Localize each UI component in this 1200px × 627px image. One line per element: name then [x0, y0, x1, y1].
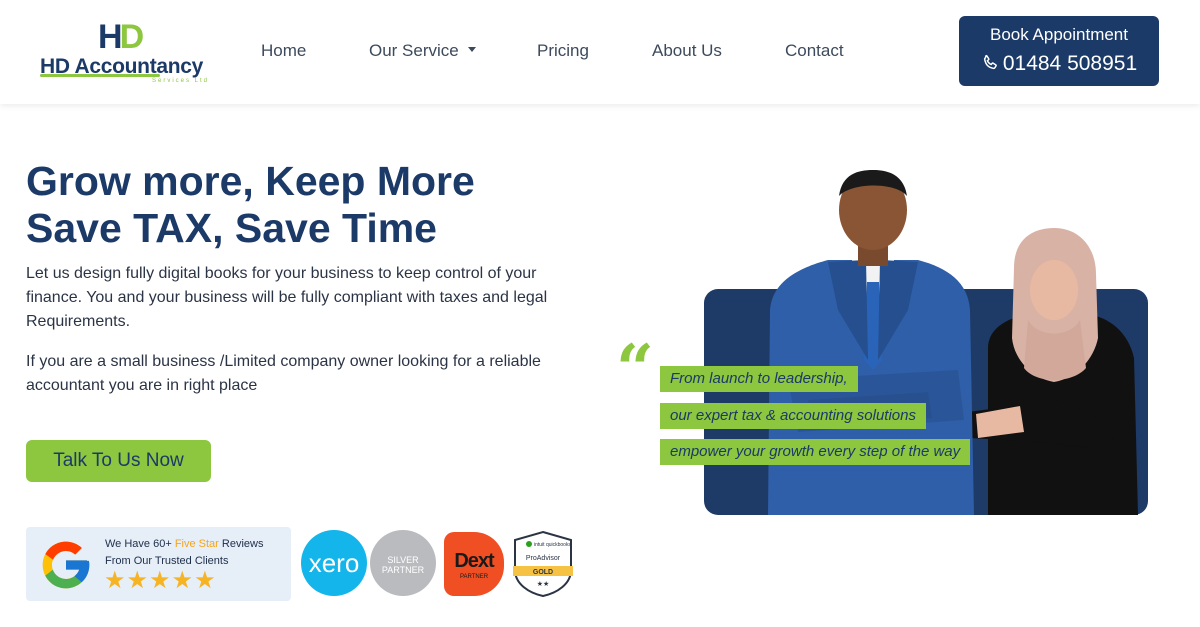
- company-logo[interactable]: HD HD Accountancy Services Ltd: [38, 18, 208, 84]
- nav-home[interactable]: Home: [261, 38, 306, 64]
- quote-icon: “: [616, 330, 654, 408]
- reviews-suffix: Reviews: [218, 538, 264, 550]
- site-header: HD HD Accountancy Services Ltd Home Our …: [0, 0, 1200, 104]
- quickbooks-shield-icon: intuit quickbooks ProAdvisor GOLD ★★: [513, 530, 573, 598]
- logo-monogram-d: D: [119, 18, 145, 56]
- book-appointment-button[interactable]: Book Appointment 01484 508951: [959, 16, 1159, 86]
- google-icon: [42, 541, 90, 589]
- logo-monogram: HD: [98, 18, 145, 56]
- reviews-prefix: We Have 60+: [105, 538, 175, 550]
- quote-line-2: our expert tax & accounting solutions: [660, 403, 926, 429]
- qb-title: ProAdvisor: [526, 555, 561, 562]
- dext-partner-badge: Dext PARTNER: [444, 532, 504, 596]
- google-reviews-badge[interactable]: We Have 60+ Five Star Reviews From Our T…: [26, 527, 291, 601]
- nav-about-us[interactable]: About Us: [652, 38, 722, 64]
- dext-name: Dext: [454, 550, 494, 572]
- silver-partner-badge: SILVER PARTNER: [370, 530, 436, 596]
- logo-tagline: Services Ltd: [152, 78, 210, 84]
- logo-swoosh: [40, 74, 160, 77]
- quote-line-3: empower your growth every step of the wa…: [660, 439, 971, 465]
- reviews-line-2: From Our Trusted Clients: [105, 555, 229, 567]
- dext-sub: PARTNER: [459, 574, 489, 580]
- book-appointment-label: Book Appointment: [990, 25, 1128, 44]
- hero-paragraph-1: Let us design fully digital books for yo…: [26, 265, 548, 330]
- nav-pricing[interactable]: Pricing: [537, 38, 589, 64]
- silver-partner-line1: SILVER: [387, 555, 419, 565]
- book-phone-number: 01484 508951: [1002, 52, 1138, 75]
- qb-level: GOLD: [533, 569, 553, 576]
- book-phone: 01484 508951: [959, 51, 1159, 77]
- hero-headline-line2: Save TAX, Save Time: [26, 205, 437, 251]
- reviews-highlight: Five Star: [174, 538, 219, 550]
- silver-partner-line2: PARTNER: [381, 565, 425, 575]
- hero-headline-line1: Grow more, Keep More: [26, 158, 475, 204]
- quickbooks-proadvisor-badge: intuit quickbooks ProAdvisor GOLD ★★: [511, 530, 575, 598]
- nav-our-service[interactable]: Our Service: [369, 38, 476, 64]
- phone-icon: [983, 55, 997, 70]
- logo-monogram-h: H: [98, 18, 123, 56]
- xero-badge: xero: [301, 530, 367, 596]
- qb-brand: intuit quickbooks: [534, 542, 571, 548]
- star-rating-icon: ★★★★★: [104, 567, 217, 594]
- chevron-down-icon: [467, 47, 476, 53]
- quote-line-1: From launch to leadership,: [660, 366, 858, 392]
- qb-stars: ★★: [537, 580, 550, 588]
- nav-our-service-label: Our Service: [369, 41, 459, 60]
- talk-to-us-button[interactable]: Talk To Us Now: [26, 440, 211, 482]
- reviews-line-1: We Have 60+ Five Star Reviews: [105, 537, 263, 551]
- hero-paragraph-2: If you are a small business /Limited com…: [26, 353, 541, 394]
- woman-photo: [968, 228, 1138, 515]
- nav-contact[interactable]: Contact: [785, 38, 844, 64]
- hero-headline: Grow more, Keep More Save TAX, Save Time: [26, 158, 586, 252]
